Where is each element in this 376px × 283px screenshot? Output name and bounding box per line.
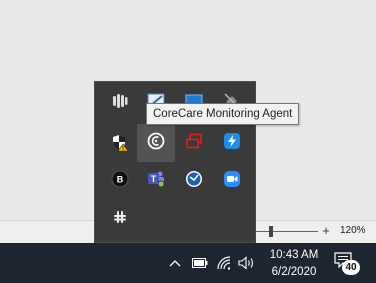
- beats-icon: B: [111, 170, 129, 193]
- zoom-icon: [223, 170, 241, 193]
- meeting-app-icon: [112, 93, 128, 114]
- zoom-slider-track[interactable]: [252, 231, 318, 232]
- action-center-button[interactable]: 40: [334, 252, 360, 278]
- tray-item-display-switch[interactable]: [175, 124, 213, 162]
- notification-count-badge: 40: [342, 260, 360, 275]
- tray-item-beats[interactable]: B: [101, 162, 139, 200]
- tray-item-security-shield[interactable]: [101, 124, 139, 162]
- tray-item-teams[interactable]: T: [137, 162, 175, 200]
- tray-item-sync-client[interactable]: [175, 162, 213, 200]
- corecare-monitoring-agent-icon: [147, 132, 165, 155]
- slack-icon: [111, 208, 129, 231]
- tray-item-corecare-monitoring-agent[interactable]: [137, 124, 175, 162]
- zoom-slider-thumb[interactable]: [269, 226, 273, 237]
- svg-text:B: B: [117, 174, 124, 184]
- battery-icon[interactable]: [192, 255, 208, 271]
- zoom-control: + 120%: [252, 221, 376, 243]
- tray-item-thunderbolt[interactable]: [213, 124, 251, 162]
- volume-icon[interactable]: [238, 255, 256, 271]
- clock[interactable]: 10:43 AM 6/2/2020: [262, 247, 326, 281]
- tray-item-slack[interactable]: [101, 200, 139, 238]
- tray-item-zoom[interactable]: [213, 162, 251, 200]
- wifi-icon[interactable]: [216, 255, 232, 271]
- tray-item-meeting-app[interactable]: [101, 84, 139, 122]
- tray-tooltip: CoreCare Monitoring Agent: [146, 103, 300, 125]
- security-shield-warning-icon: [111, 134, 129, 152]
- taskbar: 10:43 AM 6/2/2020 40: [0, 243, 376, 283]
- thunderbolt-icon: [223, 132, 241, 155]
- zoom-level-label[interactable]: 120%: [340, 225, 366, 236]
- teams-icon: T: [146, 170, 166, 193]
- sync-client-icon: [185, 170, 203, 193]
- clock-date: 6/2/2020: [271, 266, 317, 278]
- display-switch-icon: [185, 133, 203, 154]
- zoom-in-button[interactable]: +: [321, 223, 331, 238]
- svg-text:T: T: [151, 174, 157, 184]
- clock-time: 10:43 AM: [269, 249, 319, 261]
- chevron-up-icon[interactable]: [168, 255, 182, 271]
